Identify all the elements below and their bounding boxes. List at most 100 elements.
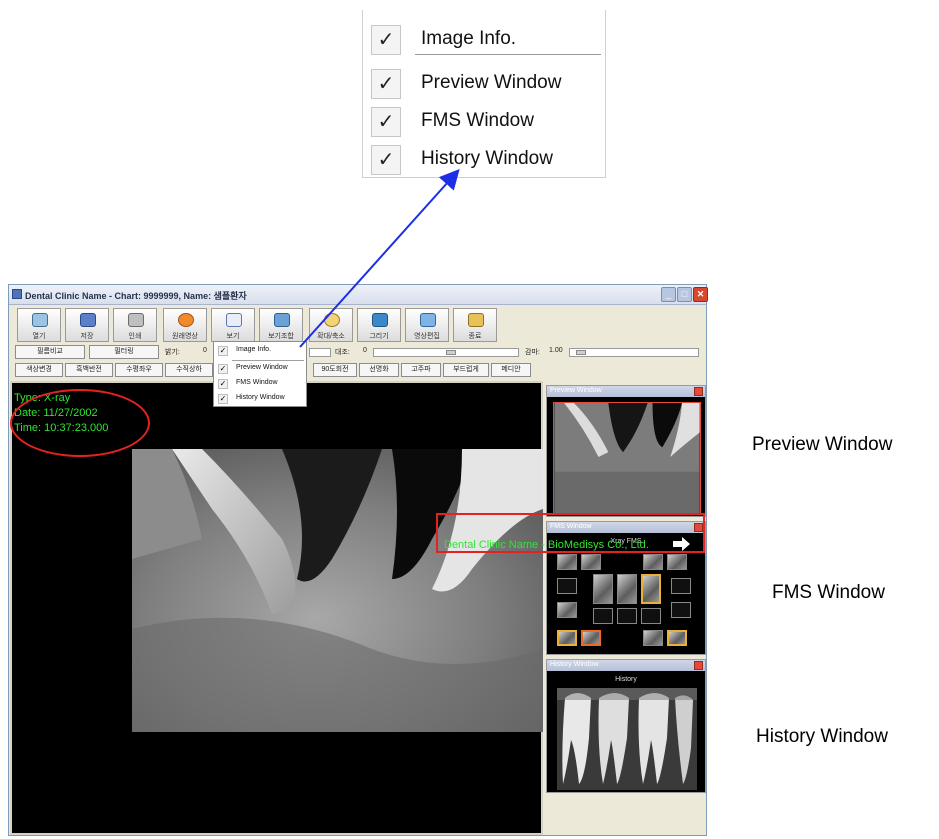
- fms-slot[interactable]: [557, 630, 577, 646]
- menu-item-label: Preview Window: [421, 72, 562, 93]
- slider-thumb[interactable]: [446, 350, 456, 355]
- tool-label: 인쇄: [128, 333, 142, 340]
- panel-header[interactable]: History Window: [547, 660, 705, 671]
- menu-item-label: Image Info.: [236, 346, 272, 353]
- menu-item-fms-window[interactable]: ✓ FMS Window: [367, 104, 603, 140]
- maximize-button[interactable]: □: [677, 287, 692, 302]
- close-icon[interactable]: [694, 387, 703, 396]
- open-button[interactable]: 열기: [17, 308, 61, 342]
- checkmark-icon: ✓: [371, 107, 401, 137]
- filter-bar: 색상변경 흑백반전 수평좌우 수직상하 90도회전 선명화 고주파 부드럽게 메…: [13, 363, 703, 379]
- slider-thumb[interactable]: [576, 350, 586, 355]
- menu-item-label: FMS Window: [236, 379, 278, 386]
- menu-item-image-info[interactable]: ✓ Image Info.: [367, 22, 603, 58]
- view-dropdown-menu: ✓ Image Info. ✓ Preview Window ✓ FMS Win…: [213, 341, 307, 407]
- close-icon[interactable]: [694, 661, 703, 670]
- view-combine-icon: [274, 313, 290, 327]
- original-image-button[interactable]: 원래영상: [163, 308, 207, 342]
- menu-item-fms-window[interactable]: ✓ FMS Window: [216, 377, 306, 391]
- fms-slot[interactable]: [671, 578, 691, 594]
- fms-slot[interactable]: [557, 602, 577, 618]
- menu-item-label: Image Info.: [421, 28, 517, 49]
- filter-button[interactable]: 메디안: [491, 363, 531, 377]
- checkmark-icon: ✓: [218, 364, 228, 374]
- minimize-button[interactable]: _: [661, 287, 676, 302]
- view-icon: [226, 313, 242, 327]
- fms-slot[interactable]: [643, 630, 663, 646]
- app-icon: [12, 289, 22, 299]
- preview-thumbnail[interactable]: [553, 402, 701, 514]
- fms-slot[interactable]: [593, 608, 613, 624]
- fms-slot[interactable]: [643, 554, 663, 570]
- dental-xray-image: [132, 449, 543, 732]
- menu-item-image-info[interactable]: ✓ Image Info.: [216, 344, 306, 358]
- status-text: Dental Clinic Name - BioMedisys Co., Ltd…: [444, 539, 649, 551]
- tool-label: 영상편집: [414, 333, 440, 340]
- open-icon: [32, 313, 48, 327]
- panel-header[interactable]: Preview Window: [547, 386, 705, 397]
- draw-button[interactable]: 그리기: [357, 308, 401, 342]
- filter-button[interactable]: 흑백반전: [65, 363, 113, 377]
- contrast-slider[interactable]: [373, 348, 519, 357]
- image-viewer[interactable]: Type: X-ray Date: 11/27/2002 Time: 10:37…: [10, 381, 543, 835]
- tool-label: 열기: [32, 333, 46, 340]
- zoom-button[interactable]: 확대/축소: [309, 308, 353, 342]
- fms-slot[interactable]: [557, 554, 577, 570]
- tool-label: 저장: [80, 333, 94, 340]
- filter-button[interactable]: 수평좌우: [115, 363, 163, 377]
- print-button[interactable]: 인쇄: [113, 308, 157, 342]
- save-button[interactable]: 저장: [65, 308, 109, 342]
- filter-button[interactable]: 색상변경: [15, 363, 63, 377]
- menu-item-preview-window[interactable]: ✓ Preview Window: [367, 66, 603, 102]
- checkmark-icon: ✓: [371, 69, 401, 99]
- title-bar[interactable]: Dental Clinic Name - Chart: 9999999, Nam…: [9, 285, 708, 305]
- fms-slot[interactable]: [581, 554, 601, 570]
- tool-label: 보기조합: [268, 333, 294, 340]
- filter-button[interactable]: 90도회전: [313, 363, 357, 377]
- image-edit-button[interactable]: 영상편집: [405, 308, 449, 342]
- filtering-button[interactable]: 필터링: [89, 345, 159, 359]
- fms-slot[interactable]: [667, 630, 687, 646]
- draw-icon: [372, 313, 388, 327]
- menu-item-history-window[interactable]: ✓ History Window: [367, 142, 603, 178]
- exit-button[interactable]: 종료: [453, 308, 497, 342]
- filter-button[interactable]: 수직상하: [165, 363, 213, 377]
- fms-slot[interactable]: [557, 578, 577, 594]
- filter-button[interactable]: 선명화: [359, 363, 399, 377]
- menu-item-preview-window[interactable]: ✓ Preview Window: [216, 362, 306, 376]
- contrast-value: 0: [363, 347, 367, 354]
- fms-slot[interactable]: [667, 554, 687, 570]
- menu-item-history-window[interactable]: ✓ History Window: [216, 392, 306, 406]
- image-info-overlay: Type: X-ray Date: 11/27/2002 Time: 10:37…: [14, 391, 108, 436]
- checkmark-icon: ✓: [371, 145, 401, 175]
- fms-slot[interactable]: [581, 630, 601, 646]
- window-title: Dental Clinic Name - Chart: 9999999, Nam…: [25, 291, 247, 301]
- close-button[interactable]: ✕: [693, 287, 708, 302]
- gamma-label: 감마:: [525, 349, 540, 356]
- fms-slot[interactable]: [641, 608, 661, 624]
- brightness-slider[interactable]: [309, 348, 331, 357]
- checkmark-icon: ✓: [218, 346, 228, 356]
- panel-title: Preview Window: [550, 387, 602, 394]
- view-combine-button[interactable]: 보기조합: [259, 308, 303, 342]
- fms-slot[interactable]: [593, 574, 613, 604]
- film-compare-button[interactable]: 필름비교: [15, 345, 85, 359]
- filter-button[interactable]: 부드럽게: [443, 363, 489, 377]
- fms-slot[interactable]: [641, 574, 661, 604]
- fms-slot[interactable]: [617, 574, 637, 604]
- image-date: Date: 11/27/2002: [14, 407, 98, 419]
- tool-label: 그리기: [369, 333, 389, 340]
- menu-separator: [232, 360, 304, 361]
- tool-label: 확대/축소: [317, 333, 345, 340]
- checkmark-icon: ✓: [218, 394, 228, 404]
- gamma-slider[interactable]: [569, 348, 699, 357]
- preview-window-caption: Preview Window: [752, 434, 893, 455]
- history-subtitle: History: [615, 676, 637, 683]
- fms-slot[interactable]: [617, 608, 637, 624]
- fms-slot[interactable]: [671, 602, 691, 618]
- filter-button[interactable]: 고주파: [401, 363, 441, 377]
- view-button[interactable]: 보기: [211, 308, 255, 342]
- history-thumbnail[interactable]: [557, 688, 697, 790]
- original-image-icon: [178, 313, 194, 327]
- image-type: Type: X-ray: [14, 392, 71, 404]
